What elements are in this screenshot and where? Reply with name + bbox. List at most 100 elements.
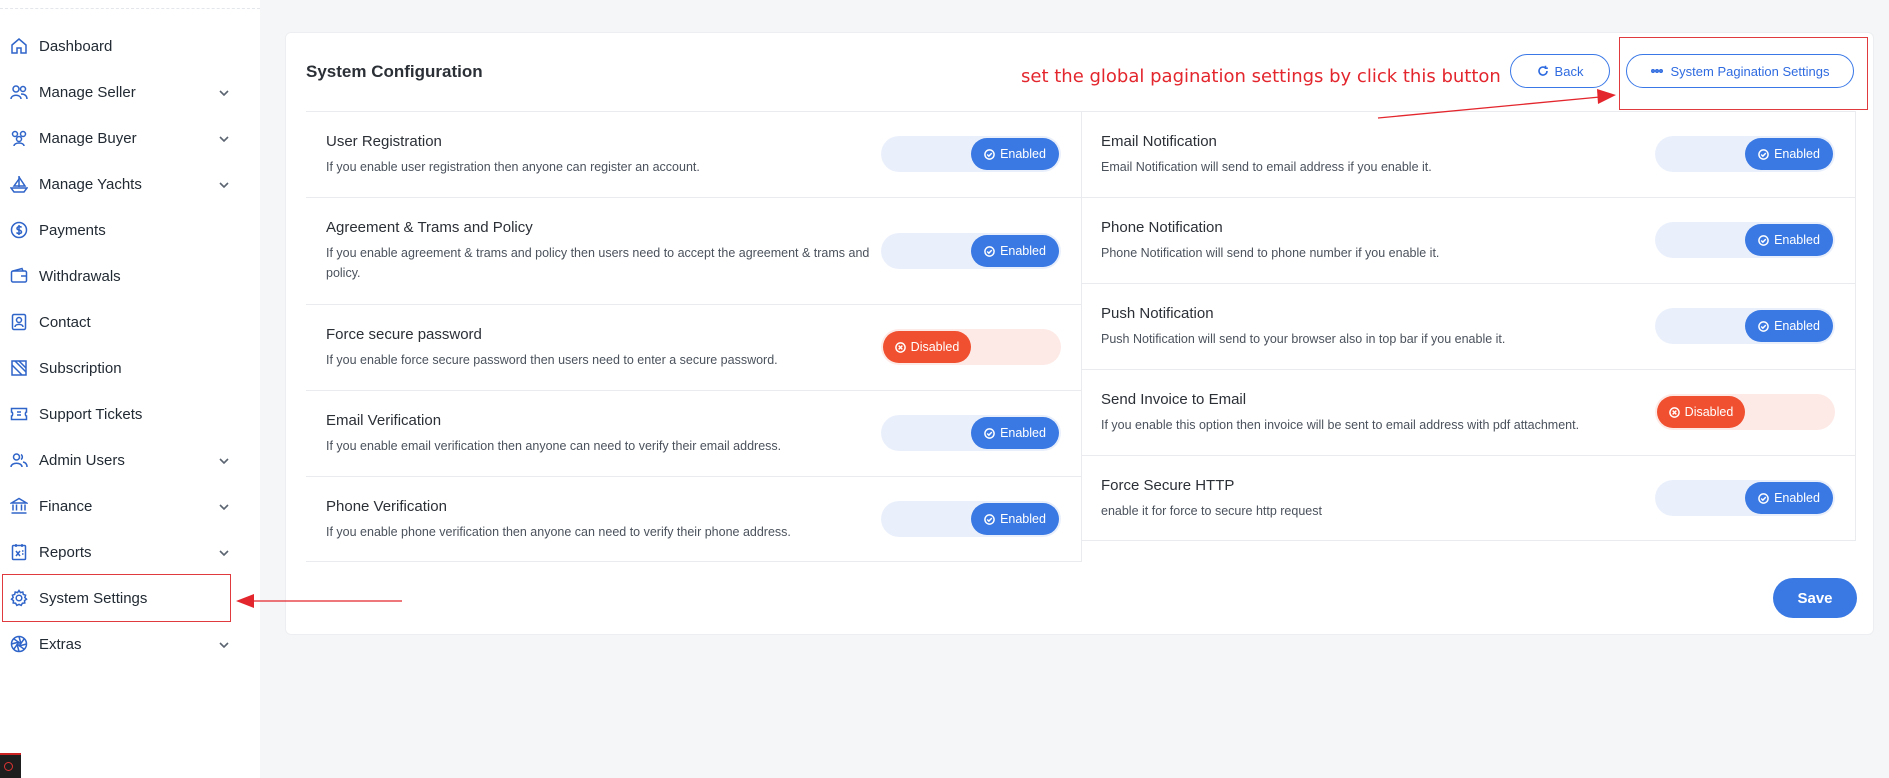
setting-row-email-verification: Email Verification If you enable email v… bbox=[306, 390, 1082, 476]
toggle-state-label: Enabled bbox=[1000, 147, 1046, 161]
sidebar-item-label: Support Tickets bbox=[39, 405, 143, 423]
chevron-down-icon bbox=[218, 500, 230, 512]
sidebar-item-reports[interactable]: Reports bbox=[0, 529, 260, 575]
ticket-icon bbox=[9, 358, 29, 378]
bank-icon bbox=[9, 496, 29, 516]
check-circle-icon bbox=[984, 513, 995, 525]
user-registration-toggle[interactable]: Enabled bbox=[881, 136, 1061, 172]
setting-description: If you enable email verification then an… bbox=[326, 439, 782, 453]
group-icon bbox=[9, 128, 29, 148]
sidebar-item-label: Manage Yachts bbox=[39, 175, 142, 193]
sidebar-item-label: Withdrawals bbox=[39, 267, 121, 285]
sidebar-item-withdrawals[interactable]: Withdrawals bbox=[0, 253, 260, 299]
sidebar-item-label: Reports bbox=[39, 543, 92, 561]
force-secure-http-toggle[interactable]: Enabled bbox=[1655, 480, 1835, 516]
enabled-pill: Enabled bbox=[971, 417, 1059, 449]
sidebar-item-label: Subscription bbox=[39, 359, 122, 377]
setting-description: If you enable user registration then any… bbox=[326, 160, 700, 174]
sidebar-item-dashboard[interactable]: Dashboard bbox=[0, 23, 260, 69]
check-circle-icon bbox=[1758, 492, 1769, 504]
toggle-state-label: Disabled bbox=[1684, 405, 1734, 419]
toggle-state-label: Enabled bbox=[1774, 233, 1820, 247]
users-icon bbox=[9, 82, 29, 102]
sidebar-item-subscription[interactable]: Subscription bbox=[0, 345, 260, 391]
report-icon bbox=[9, 542, 29, 562]
chevron-down-icon bbox=[218, 546, 230, 558]
enabled-pill: Enabled bbox=[971, 235, 1059, 267]
x-circle-icon bbox=[894, 341, 906, 353]
dollar-circle-icon bbox=[9, 220, 29, 240]
check-circle-icon bbox=[1758, 148, 1769, 160]
sidebar-item-extras[interactable]: Extras bbox=[0, 621, 260, 667]
setting-description: enable it for force to secure http reque… bbox=[1101, 504, 1322, 518]
sidebar-item-contact[interactable]: Contact bbox=[0, 299, 260, 345]
check-circle-icon bbox=[1758, 320, 1769, 332]
sidebar-item-label: System Settings bbox=[39, 589, 148, 607]
sidebar-item-label: Finance bbox=[39, 497, 93, 515]
check-circle-icon bbox=[1758, 234, 1769, 246]
boat-icon bbox=[9, 174, 29, 194]
force-secure-password-toggle[interactable]: Disabled bbox=[881, 329, 1061, 365]
disabled-pill: Disabled bbox=[1657, 396, 1745, 428]
sidebar-nav: Dashboard Manage Seller Manage Buyer Man… bbox=[0, 23, 260, 667]
toggle-state-label: Enabled bbox=[1000, 244, 1046, 258]
push-notification-toggle[interactable]: Enabled bbox=[1655, 308, 1835, 344]
wallet-icon bbox=[9, 266, 29, 286]
setting-row-send-invoice-email: Send Invoice to Email If you enable this… bbox=[1081, 369, 1856, 455]
toggle-state-label: Enabled bbox=[1774, 319, 1820, 333]
email-notification-toggle[interactable]: Enabled bbox=[1655, 136, 1835, 172]
sidebar-divider bbox=[0, 8, 260, 9]
phone-notification-toggle[interactable]: Enabled bbox=[1655, 222, 1835, 258]
agreement-policy-toggle[interactable]: Enabled bbox=[881, 233, 1061, 269]
sidebar-item-label: Manage Seller bbox=[39, 83, 136, 101]
setting-row-force-secure-password: Force secure password If you enable forc… bbox=[306, 304, 1082, 390]
dev-tool-badge[interactable] bbox=[0, 753, 21, 778]
setting-row-phone-verification: Phone Verification If you enable phone v… bbox=[306, 476, 1082, 562]
sidebar: Dashboard Manage Seller Manage Buyer Man… bbox=[0, 0, 260, 778]
setting-row-agreement-policy: Agreement & Trams and Policy If you enab… bbox=[306, 197, 1082, 304]
sidebar-item-label: Manage Buyer bbox=[39, 129, 137, 147]
sidebar-item-support-tickets[interactable]: Support Tickets bbox=[0, 391, 260, 437]
sidebar-item-finance[interactable]: Finance bbox=[0, 483, 260, 529]
setting-description: Email Notification will send to email ad… bbox=[1101, 160, 1432, 174]
sidebar-item-label: Admin Users bbox=[39, 451, 125, 469]
save-button[interactable]: Save bbox=[1773, 578, 1857, 618]
back-button-label: Back bbox=[1554, 63, 1584, 79]
check-circle-icon bbox=[984, 148, 995, 160]
system-configuration-card: System Configuration set the global pagi… bbox=[285, 32, 1874, 635]
gear-icon bbox=[9, 588, 29, 608]
enabled-pill: Enabled bbox=[1745, 224, 1833, 256]
enabled-pill: Enabled bbox=[971, 503, 1059, 535]
check-circle-icon bbox=[984, 245, 995, 257]
sidebar-item-payments[interactable]: Payments bbox=[0, 207, 260, 253]
setting-description: If you enable phone verification then an… bbox=[326, 525, 791, 539]
system-pagination-settings-label: System Pagination Settings bbox=[1670, 63, 1830, 79]
send-invoice-email-toggle[interactable]: Disabled bbox=[1655, 394, 1835, 430]
admin-users-icon bbox=[9, 450, 29, 470]
home-icon bbox=[9, 36, 29, 56]
support-ticket-icon bbox=[9, 404, 29, 424]
setting-description: Push Notification will send to your brow… bbox=[1101, 332, 1506, 346]
chevron-down-icon bbox=[218, 454, 230, 466]
sidebar-item-manage-buyer[interactable]: Manage Buyer bbox=[0, 115, 260, 161]
sidebar-item-manage-yachts[interactable]: Manage Yachts bbox=[0, 161, 260, 207]
toggle-state-label: Disabled bbox=[910, 340, 960, 354]
sidebar-item-manage-seller[interactable]: Manage Seller bbox=[0, 69, 260, 115]
enabled-pill: Enabled bbox=[1745, 310, 1833, 342]
chevron-down-icon bbox=[218, 132, 230, 144]
system-pagination-settings-button[interactable]: System Pagination Settings bbox=[1626, 54, 1854, 88]
setting-description: If you enable force secure password then… bbox=[326, 353, 778, 367]
toggle-state-label: Enabled bbox=[1000, 426, 1046, 440]
chevron-down-icon bbox=[218, 178, 230, 190]
setting-row-phone-notification: Phone Notification Phone Notification wi… bbox=[1081, 197, 1856, 283]
enabled-pill: Enabled bbox=[971, 138, 1059, 170]
ellipsis-icon bbox=[1650, 69, 1663, 74]
sidebar-item-label: Dashboard bbox=[39, 37, 113, 55]
sidebar-item-admin-users[interactable]: Admin Users bbox=[0, 437, 260, 483]
sidebar-item-system-settings[interactable]: System Settings bbox=[2, 574, 231, 622]
disabled-pill: Disabled bbox=[883, 331, 971, 363]
email-verification-toggle[interactable]: Enabled bbox=[881, 415, 1061, 451]
phone-verification-toggle[interactable]: Enabled bbox=[881, 501, 1061, 537]
setting-description: If you enable agreement & trams and poli… bbox=[326, 246, 870, 280]
back-button[interactable]: Back bbox=[1510, 54, 1610, 88]
